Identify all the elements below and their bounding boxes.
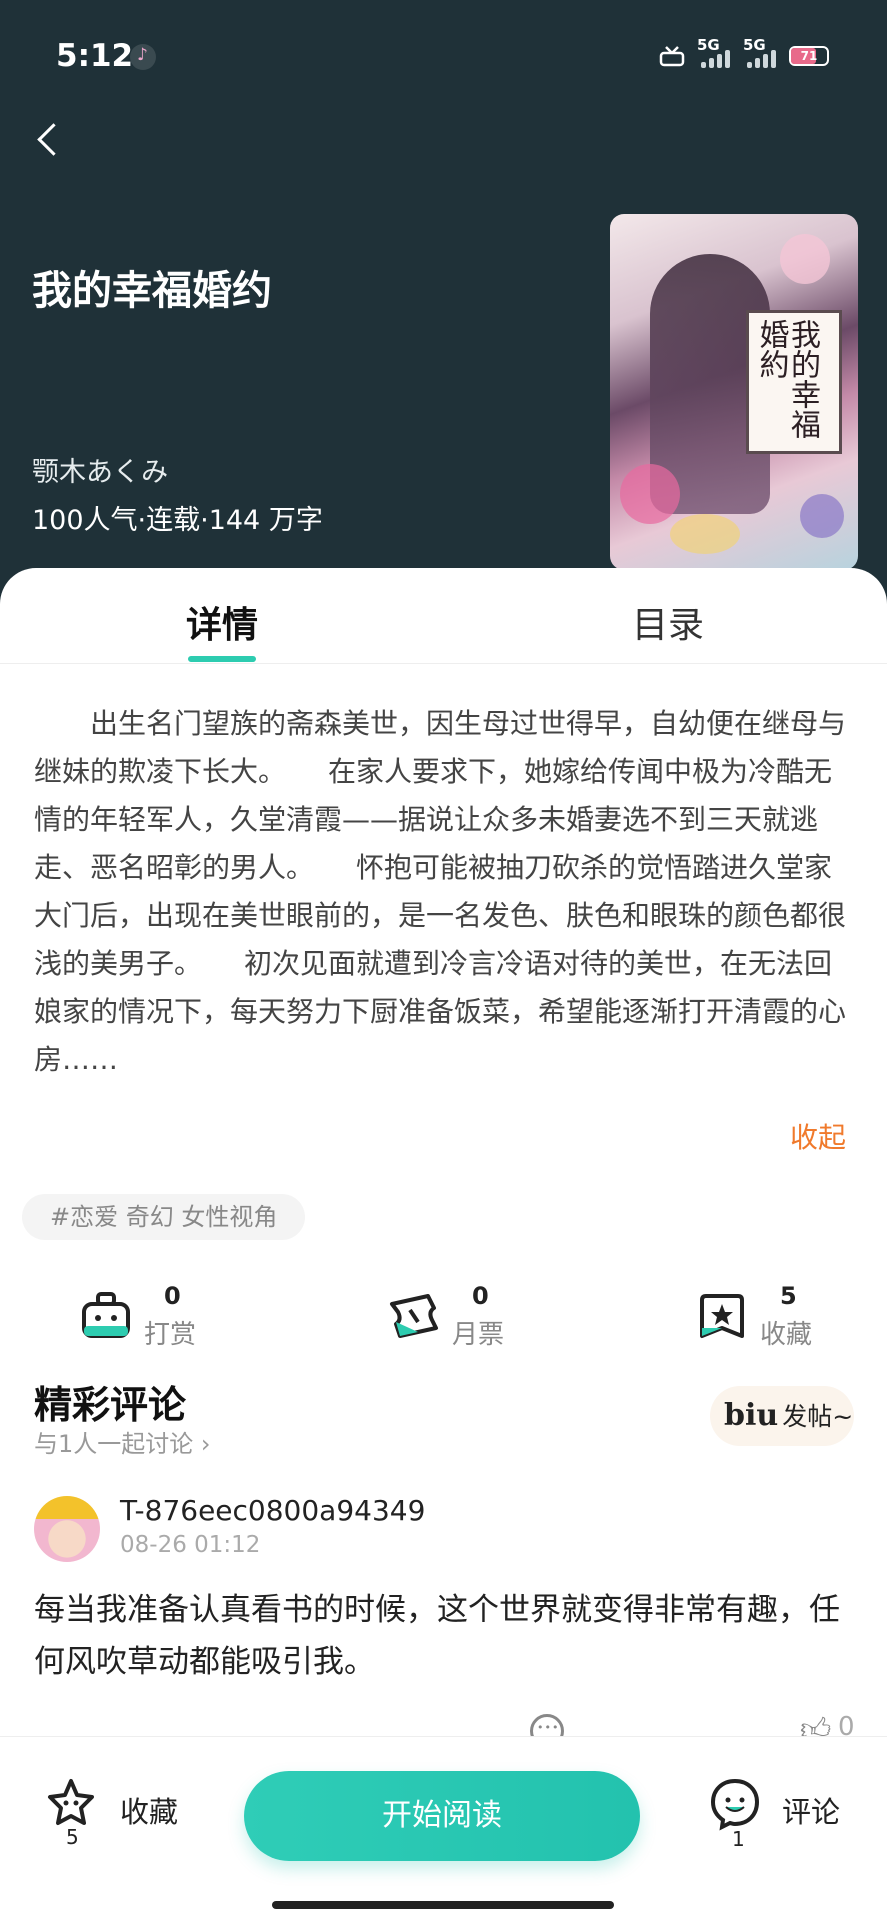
cover-title: 我的幸福婚約 bbox=[753, 319, 821, 439]
stat-label: 打赏 bbox=[144, 1320, 197, 1350]
book-cover[interactable]: 我的幸福婚約 bbox=[610, 214, 858, 570]
signal-1-icon: 5G bbox=[697, 36, 731, 68]
synopsis-text: 出生名门望族的斋森美世，因生母过世得早，自幼便在继母与继妹的欺凌下长大。 在家人… bbox=[34, 707, 847, 1076]
avatar[interactable] bbox=[34, 1496, 100, 1562]
back-button[interactable] bbox=[28, 116, 68, 164]
comments-title: 精彩评论 bbox=[34, 1383, 187, 1427]
cover-title-box: 我的幸福婚約 bbox=[746, 310, 842, 454]
battery-level: 71 bbox=[800, 49, 818, 63]
favorite-label: 收藏 bbox=[120, 1795, 179, 1829]
stat-label: 收藏 bbox=[760, 1320, 813, 1350]
status-bar: 5:12 5G 5G 71 bbox=[0, 0, 887, 110]
biu-logo: biu bbox=[724, 1398, 779, 1433]
tag-chip[interactable]: #恋爱 奇幻 女性视角 bbox=[22, 1194, 306, 1240]
gift-box-icon bbox=[82, 1292, 130, 1338]
stat-count: 0 bbox=[164, 1282, 181, 1310]
stat-count: 0 bbox=[472, 1282, 489, 1310]
comment-face-icon bbox=[710, 1778, 760, 1831]
home-indicator[interactable] bbox=[272, 1901, 614, 1909]
cover-flower bbox=[670, 514, 740, 554]
star-bookmark-icon bbox=[700, 1294, 744, 1338]
book-author[interactable]: 颚木あくみ bbox=[32, 450, 168, 489]
detail-panel: 详情 目录 出生名门望族的斋森美世，因生母过世得早，自幼便在继母与继妹的欺凌下长… bbox=[0, 568, 887, 1920]
favorite-button[interactable]: 5 收藏 bbox=[44, 1777, 204, 1857]
cover-flower bbox=[800, 494, 844, 538]
favorite-count: 5 bbox=[66, 1825, 79, 1849]
tiktok-notification-icon bbox=[130, 44, 156, 70]
tab-active-indicator bbox=[188, 656, 256, 662]
start-reading-button[interactable]: 开始阅读 bbox=[244, 1771, 640, 1861]
network-2-label: 5G bbox=[743, 36, 766, 54]
comment-label: 评论 bbox=[782, 1795, 841, 1829]
tab-toc[interactable]: 目录 bbox=[632, 596, 704, 648]
tab-bar: 详情 目录 bbox=[0, 568, 887, 664]
signal-2-icon: 5G bbox=[743, 36, 777, 68]
battery-icon: 71 bbox=[789, 46, 829, 66]
comments-subtitle: 与1人一起讨论 bbox=[34, 1430, 194, 1458]
book-title: 我的幸福婚约 bbox=[32, 268, 272, 314]
cover-flower bbox=[620, 464, 680, 524]
bottom-action-bar: 5 收藏 开始阅读 1 评论 bbox=[0, 1736, 887, 1920]
post-button-label: 发帖~ bbox=[782, 1402, 854, 1431]
comment-count: 1 bbox=[732, 1827, 745, 1851]
comments-discuss-link[interactable]: 与1人一起讨论 › bbox=[34, 1424, 211, 1459]
stat-count: 5 bbox=[780, 1282, 797, 1310]
star-face-icon bbox=[48, 1779, 94, 1825]
book-meta: 100人气·连载·144 万字 bbox=[32, 505, 323, 536]
comment-timestamp: 08-26 01:12 bbox=[120, 1532, 261, 1558]
book-header: 5:12 5G 5G 71 我的幸福婚约 颚木あくみ 100人气·连载·144 … bbox=[0, 0, 887, 610]
gift-status-icon bbox=[659, 46, 685, 67]
post-button[interactable]: biu 发帖~ bbox=[710, 1386, 854, 1446]
tab-detail[interactable]: 详情 bbox=[186, 596, 258, 648]
chevron-right-icon: › bbox=[200, 1430, 211, 1458]
comment-username[interactable]: T-876eec0800a94349 bbox=[120, 1494, 425, 1527]
stats-row: 0 打赏 0 月票 5 收藏 bbox=[0, 1278, 887, 1368]
comment-body[interactable]: 每当我准备认真看书的时候，这个世界就变得非常有趣，任何风吹草动都能吸引我。 bbox=[34, 1584, 854, 1688]
ticket-icon bbox=[390, 1294, 438, 1338]
comment-button[interactable]: 1 评论 bbox=[708, 1777, 868, 1857]
network-1-label: 5G bbox=[697, 36, 720, 54]
status-icons: 5G 5G 71 bbox=[659, 36, 829, 68]
status-time: 5:12 bbox=[56, 38, 134, 74]
cover-flower bbox=[780, 234, 830, 284]
stat-label: 月票 bbox=[452, 1320, 505, 1350]
collapse-link[interactable]: 收起 bbox=[790, 1116, 846, 1156]
